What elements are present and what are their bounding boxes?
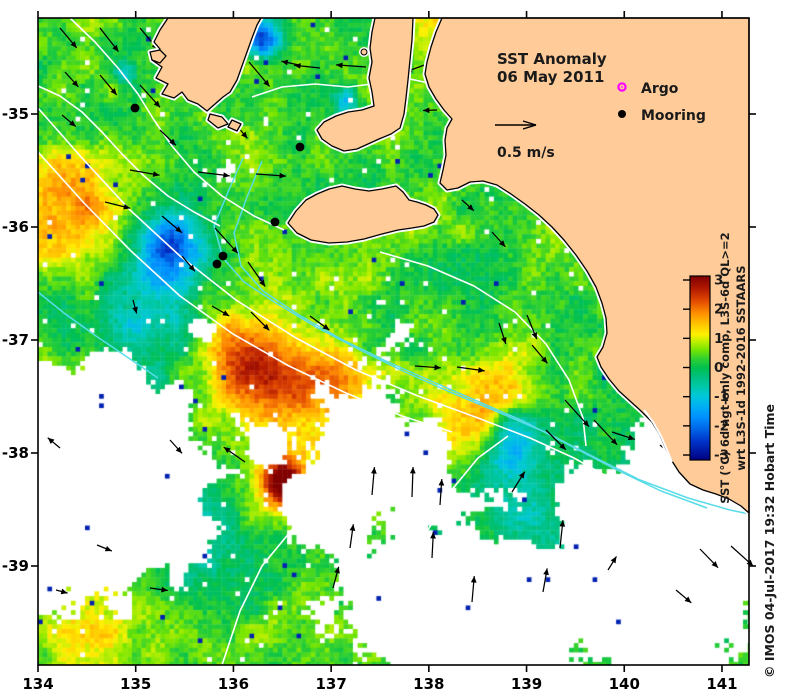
velocity-arrow-icon — [422, 107, 438, 114]
y-tick-label: -39 — [2, 557, 29, 575]
velocity-arrow-icon — [169, 439, 183, 454]
argo-legend-label: Argo — [641, 81, 679, 97]
y-tick-label: -35 — [2, 105, 29, 123]
velocity-arrow-icon — [491, 231, 506, 248]
velocity-arrow-icon — [675, 589, 692, 604]
x-tick-label: 139 — [511, 675, 542, 693]
velocity-arrow-icon — [139, 84, 161, 108]
velocity-arrow-icon — [430, 532, 436, 559]
colorbar-gradient-bar — [689, 275, 711, 461]
plot-title-line2: 06 May 2011 — [497, 68, 604, 86]
x-tick-label: 137 — [315, 675, 346, 693]
velocity-arrow-icon — [456, 366, 485, 373]
y-tick-label: -36 — [2, 218, 29, 236]
velocity-arrow-icon — [197, 171, 230, 178]
mooring-point-icon — [295, 142, 305, 152]
velocity-arrow-icon — [336, 62, 367, 69]
velocity-arrow-icon — [211, 305, 230, 317]
white-contour — [221, 465, 421, 666]
land-polygon — [207, 113, 229, 129]
velocity-arrow-icon — [438, 479, 445, 506]
velocity-arrow-icon — [96, 544, 113, 552]
colorbar-label-line2: wrt L3S-1d 1992-2016 SSTAARS — [734, 265, 748, 470]
x-tick-label: 141 — [706, 675, 737, 693]
mooring-point-icon — [130, 103, 140, 113]
velocity-arrow-icon — [409, 466, 416, 498]
x-tick-label: 134 — [22, 675, 53, 693]
mooring-legend-label: Mooring — [641, 108, 706, 124]
x-tick-label: 135 — [120, 675, 151, 693]
white-contour — [37, 413, 129, 552]
velocity-arrow-icon — [511, 471, 526, 493]
x-tick-label: 136 — [218, 675, 249, 693]
islet — [360, 48, 368, 56]
velocity-arrow-icon — [699, 548, 719, 569]
velocity-arrow-icon — [531, 344, 548, 364]
velocity-arrow-icon — [461, 199, 475, 212]
velocity-arrow-icon — [61, 114, 77, 128]
velocity-arrow-icon — [99, 74, 118, 96]
velocity-arrow-icon — [248, 61, 271, 87]
mooring-point-icon — [212, 259, 222, 269]
velocity-arrow-icon — [59, 27, 78, 49]
x-tick-label: 140 — [609, 675, 640, 693]
white-contour — [37, 85, 221, 227]
velocity-arrow-icon — [255, 172, 286, 179]
white-contour — [597, 520, 750, 583]
velocity-arrow-icon — [371, 467, 377, 496]
credit-text: © IMOS 04-Jul-2017 19:32 Hobart Time — [762, 404, 777, 678]
velocity-arrow-icon — [281, 59, 300, 66]
y-tick-label: -37 — [2, 331, 29, 349]
velocity-arrow-icon — [64, 71, 79, 88]
colorbar-label-line1: SST (°C) 6d ngt-only comp, L3S-6d QL>=2 — [718, 232, 732, 503]
land-polygon — [287, 185, 439, 244]
velocity-arrow-icon — [414, 364, 441, 371]
velocity-arrow-icon — [607, 556, 618, 571]
velocity-arrow-icon — [149, 586, 168, 593]
sst-anomaly-figure: SST Anomaly 06 May 2011 Argo Mooring 0.5… — [0, 0, 791, 700]
velocity-arrow-icon — [294, 63, 321, 69]
mooring-point-icon — [218, 251, 228, 261]
velocity-arrow-icon — [104, 201, 131, 210]
cyan-contour — [37, 291, 159, 379]
velocity-arrow-icon — [730, 545, 754, 567]
mooring-point-icon — [270, 217, 280, 227]
mooring-marker-icon — [618, 110, 626, 118]
velocity-arrow-icon — [132, 299, 138, 314]
velocity-arrow-icon — [332, 566, 340, 589]
velocity-arrow-icon — [47, 437, 61, 449]
argo-marker-dot-icon — [621, 86, 623, 88]
velocity-arrow-icon — [159, 129, 177, 146]
scale-label: 0.5 m/s — [497, 145, 555, 161]
velocity-arrow-icon — [542, 568, 549, 593]
x-tick-label: 138 — [413, 675, 444, 693]
white-contour — [379, 251, 587, 447]
velocity-arrow-icon — [559, 520, 566, 549]
velocity-arrow-icon — [55, 588, 68, 595]
map-overlay-svg: SST Anomaly 06 May 2011 Argo Mooring 0.5… — [2, 11, 777, 693]
velocity-arrow-icon — [498, 322, 507, 345]
velocity-arrow-icon — [223, 446, 246, 463]
velocity-arrow-icon — [161, 215, 183, 234]
velocity-arrow-icon — [611, 431, 636, 441]
velocity-arrow-icon — [99, 27, 119, 53]
velocity-arrow-icon — [181, 255, 196, 272]
velocity-arrow-icon — [349, 524, 356, 549]
plot-title-line1: SST Anomaly — [497, 50, 607, 68]
velocity-arrow-icon — [470, 576, 477, 603]
y-tick-label: -38 — [2, 444, 29, 462]
